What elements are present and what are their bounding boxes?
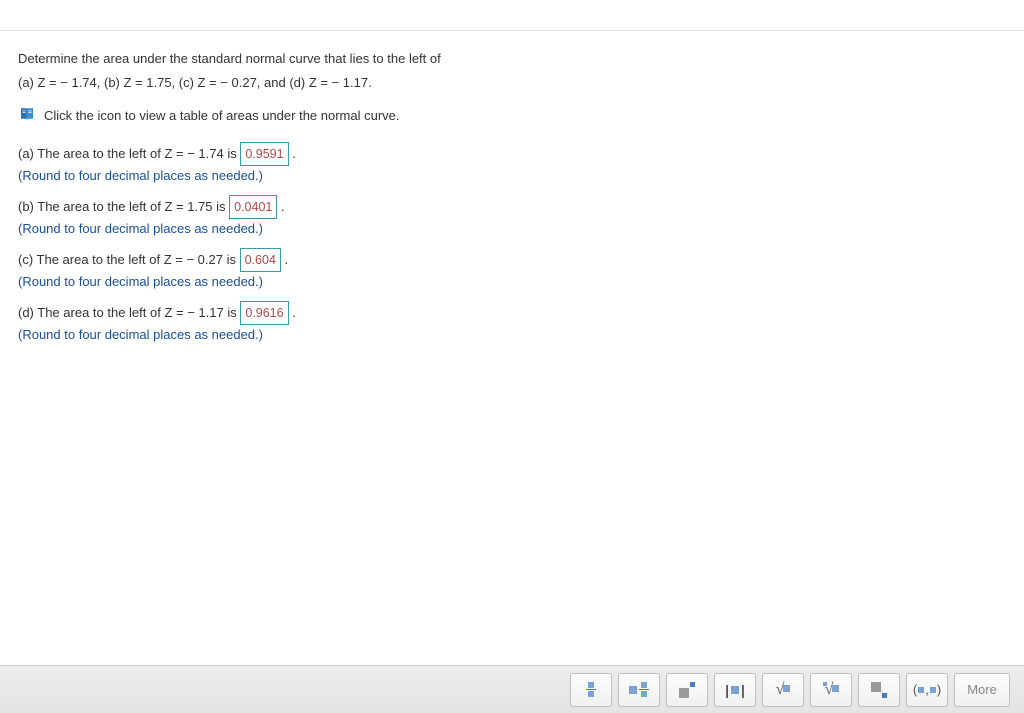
fraction-button[interactable] xyxy=(570,673,612,707)
part-a-hint: (Round to four decimal places as needed.… xyxy=(18,168,1006,183)
part-d-prefix: (d) The area to the left of Z = − 1.17 i… xyxy=(18,305,240,320)
question-content: Determine the area under the standard no… xyxy=(0,31,1024,342)
nth-root-icon: √ xyxy=(823,681,840,699)
sqrt-button[interactable]: √ xyxy=(762,673,804,707)
part-d-answer[interactable]: 0.9616 xyxy=(240,301,288,325)
part-a-prefix: (a) The area to the left of Z = − 1.74 i… xyxy=(18,146,240,161)
math-toolbar: || √ √ (,) More xyxy=(0,665,1024,713)
part-c-hint: (Round to four decimal places as needed.… xyxy=(18,274,1006,289)
part-c: (c) The area to the left of Z = − 0.27 i… xyxy=(18,248,1006,289)
exponent-button[interactable] xyxy=(666,673,708,707)
part-b-answer[interactable]: 0.0401 xyxy=(229,195,277,219)
part-b-prefix: (b) The area to the left of Z = 1.75 is xyxy=(18,199,229,214)
fraction-icon xyxy=(586,682,596,698)
part-c-line: (c) The area to the left of Z = − 0.27 i… xyxy=(18,248,1006,272)
view-table-label: Click the icon to view a table of areas … xyxy=(44,108,400,123)
more-label: More xyxy=(967,682,997,697)
mixed-fraction-button[interactable] xyxy=(618,673,660,707)
subscript-icon xyxy=(871,682,887,698)
subscript-button[interactable] xyxy=(858,673,900,707)
view-table-row[interactable]: Click the icon to view a table of areas … xyxy=(18,106,1006,124)
mixed-fraction-icon xyxy=(629,682,649,698)
absolute-value-button[interactable]: || xyxy=(714,673,756,707)
question-line-1: Determine the area under the standard no… xyxy=(18,49,1006,69)
part-a-line: (a) The area to the left of Z = − 1.74 i… xyxy=(18,142,1006,166)
more-button[interactable]: More xyxy=(954,673,1010,707)
part-b: (b) The area to the left of Z = 1.75 is … xyxy=(18,195,1006,236)
part-b-line: (b) The area to the left of Z = 1.75 is … xyxy=(18,195,1006,219)
absolute-value-icon: || xyxy=(725,682,745,698)
exponent-icon xyxy=(679,682,695,698)
part-c-answer[interactable]: 0.604 xyxy=(240,248,281,272)
part-a-suffix: . xyxy=(292,146,296,161)
part-a: (a) The area to the left of Z = − 1.74 i… xyxy=(18,142,1006,183)
nth-root-button[interactable]: √ xyxy=(810,673,852,707)
coordinate-button[interactable]: (,) xyxy=(906,673,948,707)
sqrt-icon: √ xyxy=(776,681,791,699)
part-c-prefix: (c) The area to the left of Z = − 0.27 i… xyxy=(18,252,240,267)
part-c-suffix: . xyxy=(285,252,289,267)
part-d-hint: (Round to four decimal places as needed.… xyxy=(18,327,1006,342)
part-d-line: (d) The area to the left of Z = − 1.17 i… xyxy=(18,301,1006,325)
part-b-suffix: . xyxy=(281,199,285,214)
part-b-hint: (Round to four decimal places as needed.… xyxy=(18,221,1006,236)
question-line-2: (a) Z = − 1.74, (b) Z = 1.75, (c) Z = − … xyxy=(18,73,1006,93)
part-d: (d) The area to the left of Z = − 1.17 i… xyxy=(18,301,1006,342)
book-icon[interactable] xyxy=(18,106,36,124)
coordinate-icon: (,) xyxy=(913,682,941,697)
part-a-answer[interactable]: 0.9591 xyxy=(240,142,288,166)
part-d-suffix: . xyxy=(292,305,296,320)
